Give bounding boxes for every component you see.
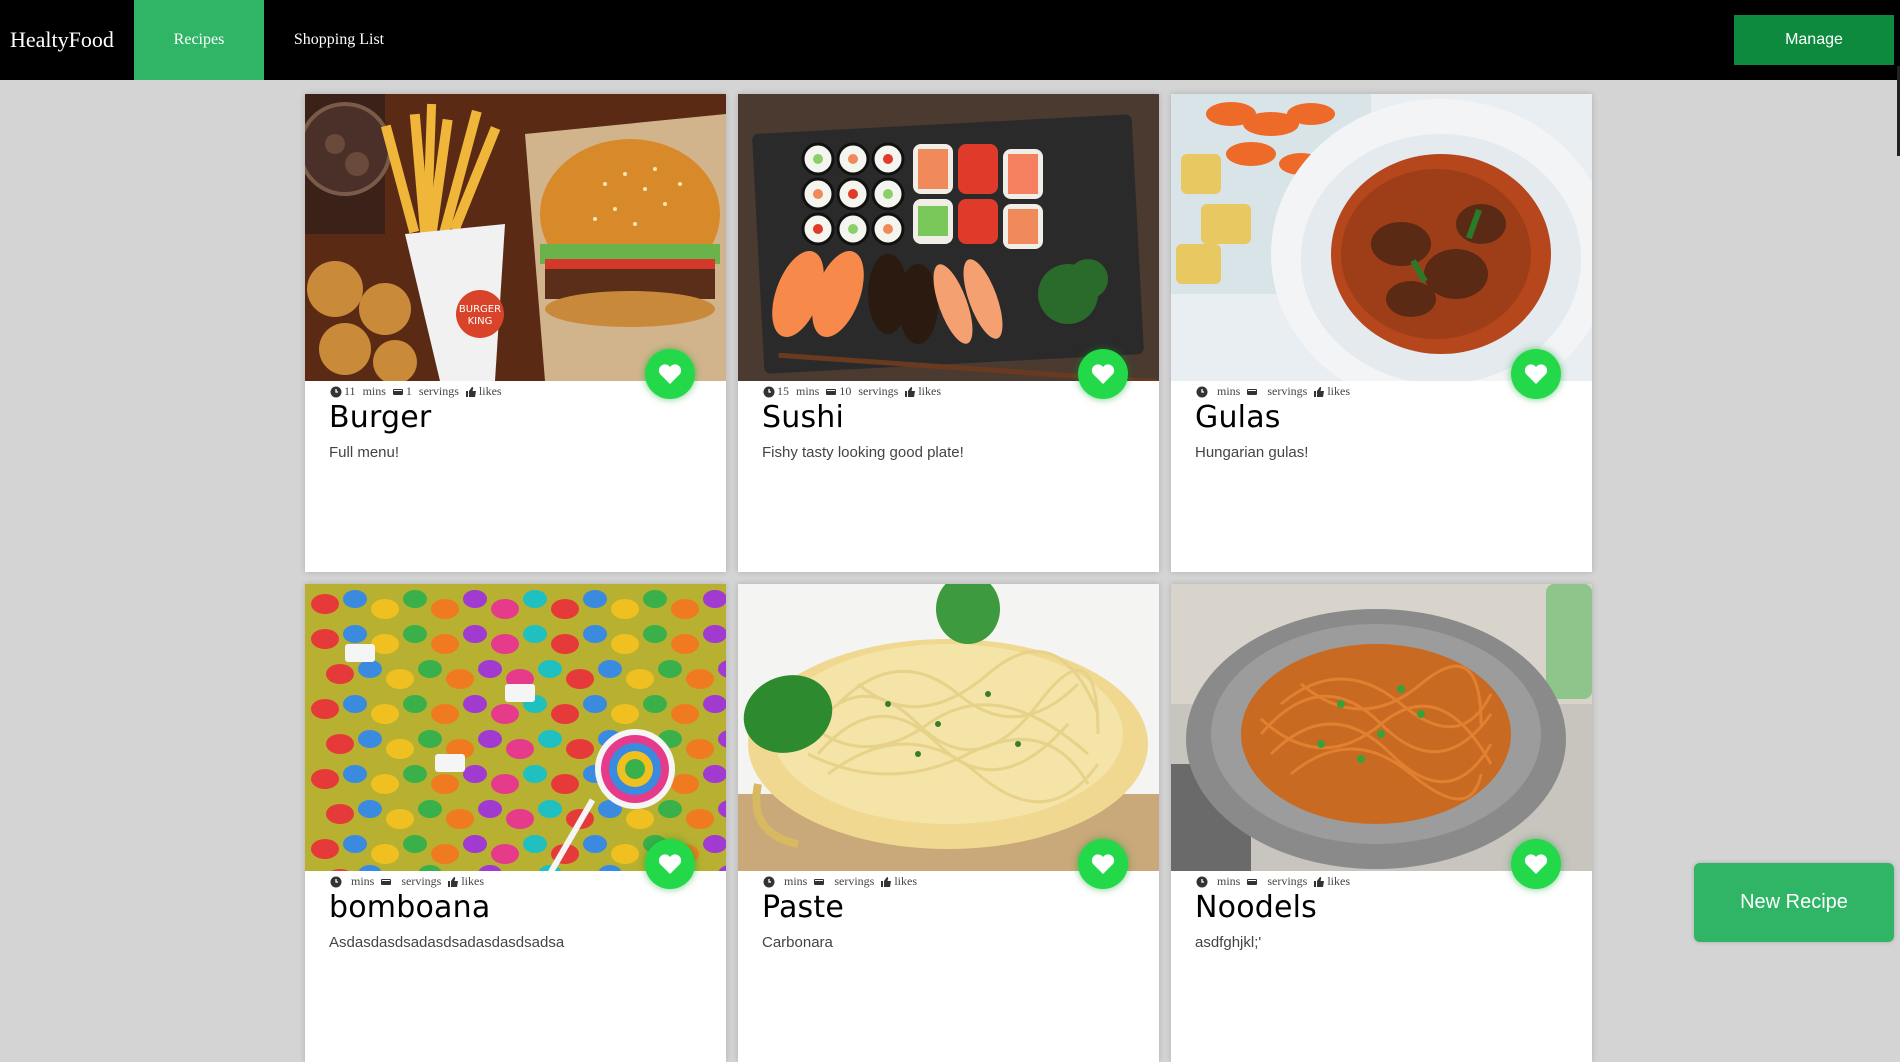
top-navbar: HealtyFood Recipes Shopping List Manage bbox=[0, 0, 1900, 80]
recipe-card[interactable]: mins servings likes bomboana Asdasdasdsa… bbox=[305, 584, 726, 1062]
recipe-meta: 15 mins 10 servings likes bbox=[763, 384, 941, 399]
heart-icon bbox=[1091, 364, 1115, 384]
recipe-image[interactable] bbox=[1171, 94, 1592, 381]
thumbs-up-icon bbox=[881, 876, 892, 887]
mins-label: mins bbox=[1217, 384, 1241, 398]
servings-icon bbox=[392, 388, 403, 395]
brand-logo[interactable]: HealtyFood bbox=[0, 0, 134, 80]
recipe-image[interactable]: BURGER KING bbox=[305, 94, 726, 381]
svg-text:BURGER: BURGER bbox=[459, 304, 501, 315]
nav-recipes[interactable]: Recipes bbox=[134, 0, 264, 80]
likes-label: likes bbox=[918, 384, 942, 398]
recipe-description: Carbonara bbox=[762, 934, 833, 951]
favorite-button[interactable] bbox=[1078, 349, 1128, 399]
likes-label: likes bbox=[461, 874, 485, 888]
clock-icon bbox=[1196, 876, 1208, 887]
mins-label: mins bbox=[1217, 874, 1241, 888]
recipe-description: Full menu! bbox=[329, 444, 400, 461]
recipe-card[interactable]: BURGER KING 11 mins 1 servings likes Bur… bbox=[305, 94, 726, 572]
servings-label: servings bbox=[858, 384, 899, 398]
favorite-button[interactable] bbox=[1078, 839, 1128, 889]
recipe-grid: BURGER KING 11 mins 1 servings likes Bur… bbox=[305, 94, 1592, 1062]
favorite-button[interactable] bbox=[645, 349, 695, 399]
recipe-description: asdfghjkl;' bbox=[1195, 934, 1262, 951]
nav-shopping-list[interactable]: Shopping List bbox=[264, 0, 414, 80]
recipe-image[interactable] bbox=[738, 584, 1159, 871]
recipe-meta: mins servings likes bbox=[1196, 874, 1350, 889]
heart-icon bbox=[1524, 364, 1548, 384]
mins-label: mins bbox=[796, 384, 820, 398]
favorite-button[interactable] bbox=[645, 839, 695, 889]
heart-icon bbox=[658, 364, 682, 384]
recipe-description: Hungarian gulas! bbox=[1195, 444, 1309, 461]
servings-icon bbox=[1247, 388, 1258, 395]
mins-value: 15 bbox=[777, 384, 789, 398]
favorite-button[interactable] bbox=[1511, 349, 1561, 399]
thumbs-up-icon bbox=[465, 386, 476, 397]
servings-label: servings bbox=[401, 874, 442, 888]
servings-label: servings bbox=[1267, 874, 1308, 888]
clock-icon bbox=[1196, 386, 1208, 397]
mins-label: mins bbox=[362, 384, 386, 398]
heart-icon bbox=[658, 854, 682, 874]
recipe-meta: 11 mins 1 servings likes bbox=[330, 384, 502, 399]
svg-text:KING: KING bbox=[468, 316, 493, 327]
recipe-title[interactable]: Burger bbox=[329, 400, 431, 435]
servings-value: 1 bbox=[405, 384, 412, 398]
likes-label: likes bbox=[894, 874, 918, 888]
mins-label: mins bbox=[351, 874, 375, 888]
recipe-title[interactable]: Gulas bbox=[1195, 400, 1281, 435]
favorite-button[interactable] bbox=[1511, 839, 1561, 889]
servings-icon bbox=[1247, 878, 1258, 885]
recipe-image[interactable] bbox=[305, 584, 726, 871]
recipe-title[interactable]: Sushi bbox=[762, 400, 844, 435]
recipe-card[interactable]: mins servings likes Noodels asdfghjkl;' bbox=[1171, 584, 1592, 1062]
recipe-title[interactable]: Noodels bbox=[1195, 890, 1317, 925]
recipe-description: Fishy tasty looking good plate! bbox=[762, 444, 964, 461]
manage-button[interactable]: Manage bbox=[1734, 15, 1894, 65]
thumbs-up-icon bbox=[1314, 386, 1325, 397]
servings-label: servings bbox=[834, 874, 875, 888]
heart-icon bbox=[1524, 854, 1548, 874]
likes-label: likes bbox=[478, 384, 502, 398]
mins-value: 11 bbox=[344, 384, 356, 398]
recipe-image[interactable] bbox=[1171, 584, 1592, 871]
mins-label: mins bbox=[784, 874, 808, 888]
recipe-title[interactable]: Paste bbox=[762, 890, 844, 925]
servings-icon bbox=[381, 878, 392, 885]
servings-value: 10 bbox=[839, 384, 852, 398]
recipe-card[interactable]: mins servings likes Paste Carbonara bbox=[738, 584, 1159, 1062]
new-recipe-button[interactable]: New Recipe bbox=[1694, 863, 1894, 942]
recipe-description: Asdasdasdsadasdsadasdasdsadsa bbox=[329, 934, 565, 951]
recipe-title[interactable]: bomboana bbox=[329, 890, 490, 925]
recipe-meta: mins servings likes bbox=[763, 874, 917, 889]
recipe-meta: mins servings likes bbox=[1196, 384, 1350, 399]
recipe-meta: mins servings likes bbox=[330, 874, 484, 889]
servings-icon bbox=[814, 878, 825, 885]
likes-label: likes bbox=[1327, 874, 1351, 888]
servings-label: servings bbox=[418, 384, 459, 398]
recipe-image[interactable] bbox=[738, 94, 1159, 381]
heart-icon bbox=[1091, 854, 1115, 874]
thumbs-up-icon bbox=[1314, 876, 1325, 887]
clock-icon bbox=[330, 386, 342, 397]
clock-icon bbox=[763, 386, 775, 397]
recipe-card[interactable]: mins servings likes Gulas Hungarian gula… bbox=[1171, 94, 1592, 572]
recipe-card[interactable]: 15 mins 10 servings likes Sushi Fishy ta… bbox=[738, 94, 1159, 572]
servings-label: servings bbox=[1267, 384, 1308, 398]
thumbs-up-icon bbox=[905, 386, 916, 397]
thumbs-up-icon bbox=[448, 876, 459, 887]
servings-icon bbox=[826, 388, 837, 395]
likes-label: likes bbox=[1327, 384, 1351, 398]
clock-icon bbox=[763, 876, 775, 887]
clock-icon bbox=[330, 876, 342, 887]
